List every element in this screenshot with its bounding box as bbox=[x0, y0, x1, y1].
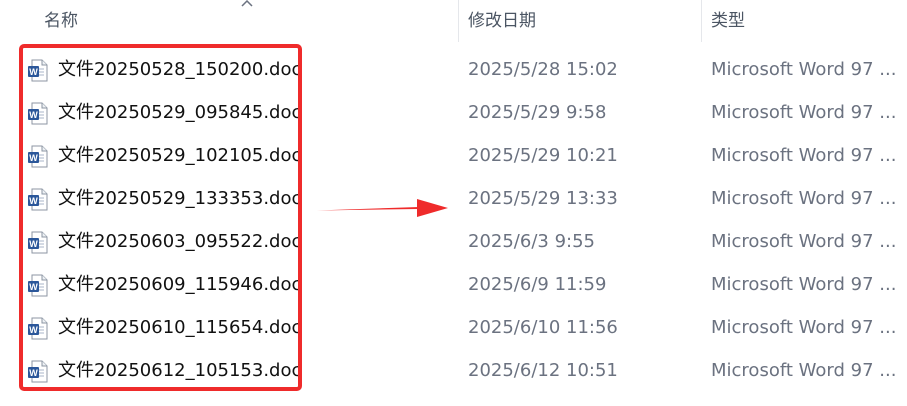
file-name: 文件20250528_150200.doc bbox=[58, 59, 298, 80]
file-row[interactable]: W 文件20250529_133353.doc 2025/5/29 13:33 … bbox=[0, 177, 907, 220]
svg-text:W: W bbox=[29, 368, 38, 378]
file-name: 文件20250529_102105.doc bbox=[58, 145, 298, 166]
word-document-icon: W bbox=[28, 188, 48, 211]
word-document-icon: W bbox=[28, 274, 48, 297]
file-type: Microsoft Word 97 ... bbox=[711, 360, 897, 381]
svg-text:W: W bbox=[29, 196, 38, 206]
file-modified-date: 2025/6/3 9:55 bbox=[468, 231, 595, 252]
file-name: 文件20250609_115946.doc bbox=[58, 274, 298, 295]
word-document-icon: W bbox=[28, 360, 48, 383]
file-row[interactable]: W 文件20250609_115946.doc 2025/6/9 11:59 M… bbox=[0, 263, 907, 306]
file-name: 文件20250610_115654.doc bbox=[58, 317, 298, 338]
file-modified-date: 2025/6/9 11:59 bbox=[468, 274, 607, 295]
column-header-date-modified[interactable]: 修改日期 bbox=[468, 0, 536, 42]
file-type: Microsoft Word 97 ... bbox=[711, 59, 897, 80]
file-modified-date: 2025/5/29 9:58 bbox=[468, 102, 607, 123]
file-name: 文件20250612_105153.doc bbox=[58, 360, 298, 381]
svg-text:W: W bbox=[29, 325, 38, 335]
word-document-icon: W bbox=[28, 317, 48, 340]
svg-text:W: W bbox=[29, 282, 38, 292]
file-name: 文件20250529_133353.doc bbox=[58, 188, 298, 209]
word-document-icon: W bbox=[28, 102, 48, 125]
sort-ascending-icon[interactable] bbox=[240, 0, 254, 8]
file-type: Microsoft Word 97 ... bbox=[711, 188, 897, 209]
file-modified-date: 2025/6/12 10:51 bbox=[468, 360, 618, 381]
file-type: Microsoft Word 97 ... bbox=[711, 274, 897, 295]
file-type: Microsoft Word 97 ... bbox=[711, 317, 897, 338]
svg-text:W: W bbox=[29, 67, 38, 77]
column-header-bar: 名称 修改日期 类型 bbox=[0, 0, 907, 42]
file-row[interactable]: W 文件20250610_115654.doc 2025/6/10 11:56 … bbox=[0, 306, 907, 349]
file-row[interactable]: W 文件20250612_105153.doc 2025/6/12 10:51 … bbox=[0, 349, 907, 392]
file-modified-date: 2025/5/29 13:33 bbox=[468, 188, 618, 209]
word-document-icon: W bbox=[28, 59, 48, 82]
svg-text:W: W bbox=[29, 110, 38, 120]
column-header-name[interactable]: 名称 bbox=[44, 0, 78, 42]
file-type: Microsoft Word 97 ... bbox=[711, 145, 897, 166]
file-modified-date: 2025/5/29 10:21 bbox=[468, 145, 618, 166]
svg-text:W: W bbox=[29, 153, 38, 163]
annotation-arrow-icon bbox=[317, 199, 448, 217]
word-document-icon: W bbox=[28, 231, 48, 254]
file-row[interactable]: W 文件20250528_150200.doc 2025/5/28 15:02 … bbox=[0, 48, 907, 91]
column-divider[interactable] bbox=[701, 0, 702, 42]
column-divider[interactable] bbox=[458, 0, 459, 42]
file-type: Microsoft Word 97 ... bbox=[711, 102, 897, 123]
file-list: W 文件20250528_150200.doc 2025/5/28 15:02 … bbox=[0, 48, 907, 392]
file-row[interactable]: W 文件20250529_102105.doc 2025/5/29 10:21 … bbox=[0, 134, 907, 177]
file-row[interactable]: W 文件20250529_095845.doc 2025/5/29 9:58 M… bbox=[0, 91, 907, 134]
file-modified-date: 2025/6/10 11:56 bbox=[468, 317, 618, 338]
file-name: 文件20250603_095522.doc bbox=[58, 231, 298, 252]
file-row[interactable]: W 文件20250603_095522.doc 2025/6/3 9:55 Mi… bbox=[0, 220, 907, 263]
file-type: Microsoft Word 97 ... bbox=[711, 231, 897, 252]
word-document-icon: W bbox=[28, 145, 48, 168]
svg-text:W: W bbox=[29, 239, 38, 249]
file-modified-date: 2025/5/28 15:02 bbox=[468, 59, 618, 80]
file-name: 文件20250529_095845.doc bbox=[58, 102, 298, 123]
column-header-type[interactable]: 类型 bbox=[711, 0, 745, 42]
